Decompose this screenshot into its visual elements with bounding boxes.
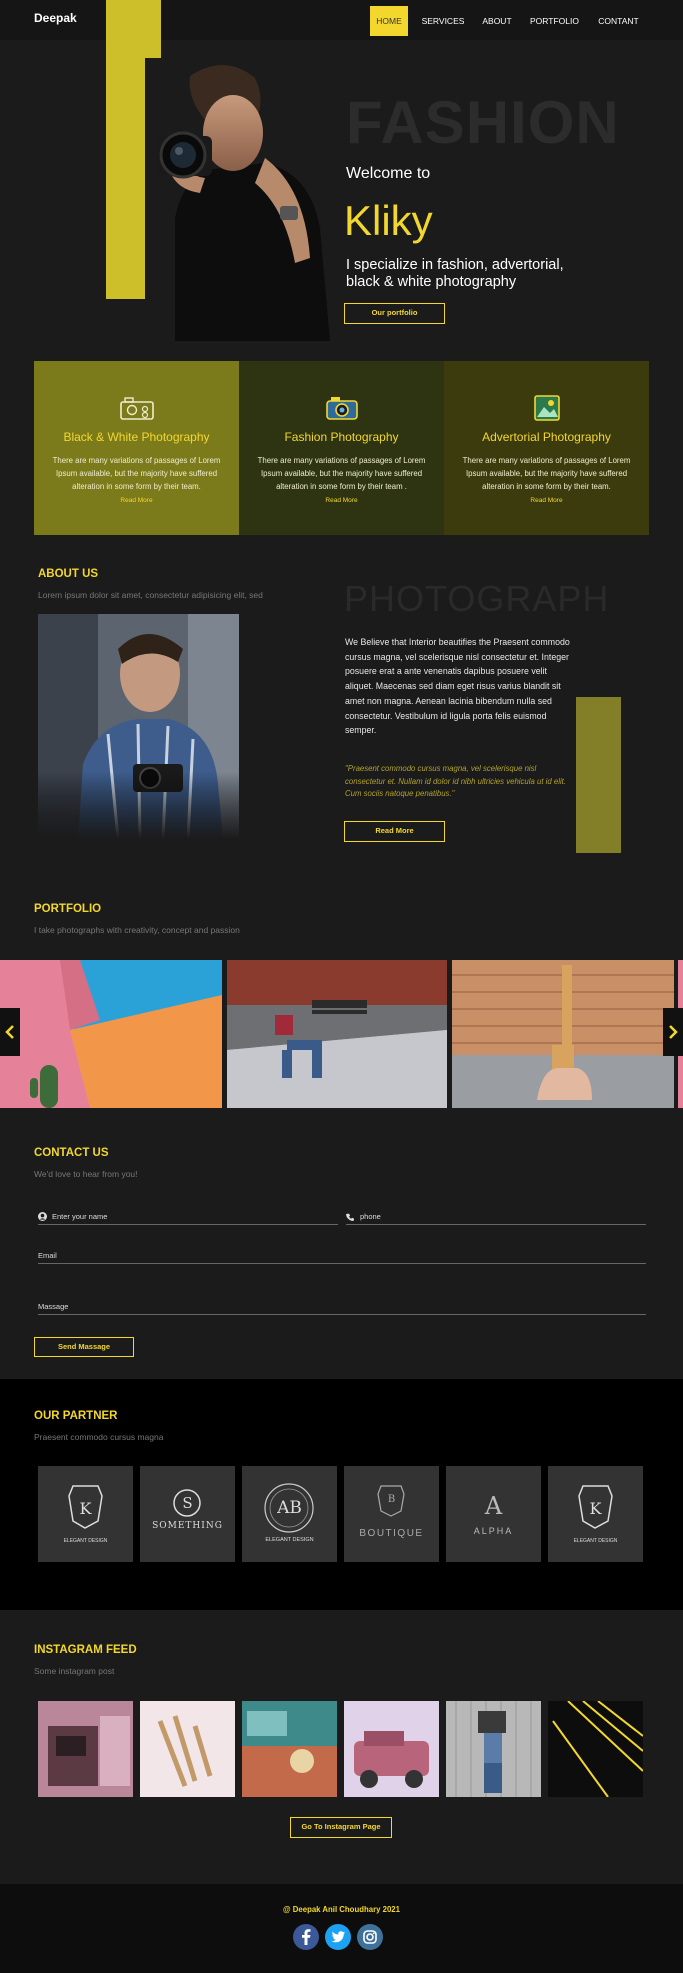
about-title: ABOUT US bbox=[38, 568, 99, 580]
service-title: Fashion Photography bbox=[284, 430, 399, 444]
instagram-link[interactable] bbox=[357, 1924, 383, 1950]
facebook-icon bbox=[302, 1929, 311, 1945]
service-card-advertorial[interactable]: Advertorial Photography There are many v… bbox=[444, 361, 649, 535]
camera-icon bbox=[325, 397, 358, 420]
contact-title: CONTACT US bbox=[34, 1147, 109, 1159]
carousel-next-button[interactable] bbox=[663, 1008, 683, 1056]
instagram-post-image[interactable] bbox=[548, 1701, 643, 1797]
partner-logo[interactable]: B BOUTIQUE bbox=[344, 1466, 439, 1562]
service-title: Advertorial Photography bbox=[482, 430, 611, 444]
twitter-icon bbox=[331, 1931, 345, 1943]
service-title: Black & White Photography bbox=[63, 430, 210, 444]
instagram-title: INSTAGRAM FEED bbox=[34, 1644, 137, 1656]
message-field[interactable]: Massage bbox=[38, 1302, 646, 1315]
service-card-bw[interactable]: Black & White Photography There are many… bbox=[34, 361, 239, 535]
email-field[interactable]: Email bbox=[38, 1251, 646, 1264]
portfolio-image-cactus[interactable] bbox=[0, 960, 222, 1108]
send-message-button[interactable]: Send Massage bbox=[34, 1337, 134, 1357]
about-photographer-image bbox=[38, 614, 239, 839]
partner-logo[interactable]: K ELEGANT DESIGN bbox=[548, 1466, 643, 1562]
read-more-button[interactable]: Read More bbox=[344, 821, 445, 842]
partner-title: OUR PARTNER bbox=[34, 1410, 118, 1422]
camera-icon bbox=[119, 397, 154, 420]
instagram-post-image[interactable] bbox=[38, 1701, 133, 1797]
about-subtitle: Lorem ipsum dolor sit amet, consectetur … bbox=[38, 590, 263, 600]
copyright-text: @ Deepak Anil Choudhary 2021 bbox=[283, 1905, 400, 1914]
shield-icon bbox=[377, 1485, 405, 1517]
name-placeholder: Enter your name bbox=[52, 1212, 108, 1221]
portfolio-title: PORTFOLIO bbox=[34, 903, 102, 915]
hero-welcome: Welcome to bbox=[346, 165, 431, 182]
partner-logo[interactable]: S SOMETHING bbox=[140, 1466, 235, 1562]
circle-badge-icon bbox=[173, 1489, 201, 1517]
portfolio-subtitle: I take photographs with creativity, conc… bbox=[34, 925, 240, 935]
go-to-instagram-button[interactable]: Go To Instagram Page bbox=[290, 1817, 392, 1838]
hero-title: Kliky bbox=[344, 197, 433, 244]
our-portfolio-button[interactable]: Our portfolio bbox=[344, 303, 445, 324]
service-text: There are many variations of passages of… bbox=[52, 456, 221, 491]
twitter-link[interactable] bbox=[325, 1924, 351, 1950]
instagram-post-image[interactable] bbox=[446, 1701, 541, 1797]
service-text: There are many variations of passages of… bbox=[462, 456, 631, 491]
hero-photographer-image bbox=[145, 58, 340, 341]
nav-services[interactable]: SERVICES bbox=[418, 6, 468, 36]
brand-logo[interactable]: Deepak bbox=[34, 11, 77, 25]
nav-about[interactable]: ABOUT bbox=[478, 6, 516, 36]
phone-placeholder: phone bbox=[360, 1212, 381, 1221]
service-card-fashion[interactable]: Fashion Photography There are many varia… bbox=[239, 361, 444, 535]
about-quote: "Praesent commodo cursus magna, vel scel… bbox=[345, 764, 567, 799]
instagram-icon bbox=[363, 1930, 377, 1944]
carousel-prev-button[interactable] bbox=[0, 1008, 20, 1056]
about-accent-bar bbox=[576, 697, 621, 853]
read-more-link[interactable]: Read More bbox=[34, 497, 239, 504]
about-body-text: We Believe that Interior beautifies the … bbox=[345, 637, 570, 736]
instagram-post-image[interactable] bbox=[344, 1701, 439, 1797]
nav-home[interactable]: HOME bbox=[370, 6, 408, 36]
message-placeholder: Massage bbox=[38, 1302, 69, 1311]
name-field[interactable]: Enter your name bbox=[38, 1212, 338, 1225]
partner-logo[interactable]: AB ELEGANT DESIGN bbox=[242, 1466, 337, 1562]
about-background-word: PHOTOGRAPH bbox=[344, 578, 610, 619]
read-more-link[interactable]: Read More bbox=[239, 497, 444, 504]
phone-icon bbox=[346, 1213, 354, 1221]
site-header: Deepak HOME SERVICES ABOUT PORTFOLIO CON… bbox=[0, 0, 683, 40]
instagram-post-image[interactable] bbox=[140, 1701, 235, 1797]
hero-tagline: I specialize in fashion, advertorial, bl… bbox=[346, 257, 564, 290]
instagram-post-image[interactable] bbox=[242, 1701, 337, 1797]
portfolio-image-giraffe[interactable] bbox=[452, 960, 674, 1108]
image-icon bbox=[533, 395, 560, 421]
nav-portfolio[interactable]: PORTFOLIO bbox=[527, 6, 582, 36]
email-placeholder: Email bbox=[38, 1251, 57, 1260]
read-more-link[interactable]: Read More bbox=[444, 497, 649, 504]
facebook-link[interactable] bbox=[293, 1924, 319, 1950]
partner-logo[interactable]: A ALPHA bbox=[446, 1466, 541, 1562]
partner-logo[interactable]: K ELEGANT DESIGN bbox=[38, 1466, 133, 1562]
portfolio-image-bench[interactable] bbox=[227, 960, 447, 1108]
instagram-subtitle: Some instagram post bbox=[34, 1666, 115, 1676]
chevron-left-icon bbox=[5, 1025, 14, 1039]
hero-background-word: FASHION bbox=[346, 89, 620, 156]
phone-field[interactable]: phone bbox=[346, 1212, 646, 1225]
contact-subtitle: We'd love to hear from you! bbox=[34, 1169, 138, 1179]
chevron-right-icon bbox=[669, 1025, 678, 1039]
user-icon bbox=[38, 1212, 47, 1221]
nav-contant[interactable]: CONTANT bbox=[592, 6, 645, 36]
partner-subtitle: Praesent commodo cursus magna bbox=[34, 1432, 164, 1442]
service-text: There are many variations of passages of… bbox=[257, 456, 426, 491]
